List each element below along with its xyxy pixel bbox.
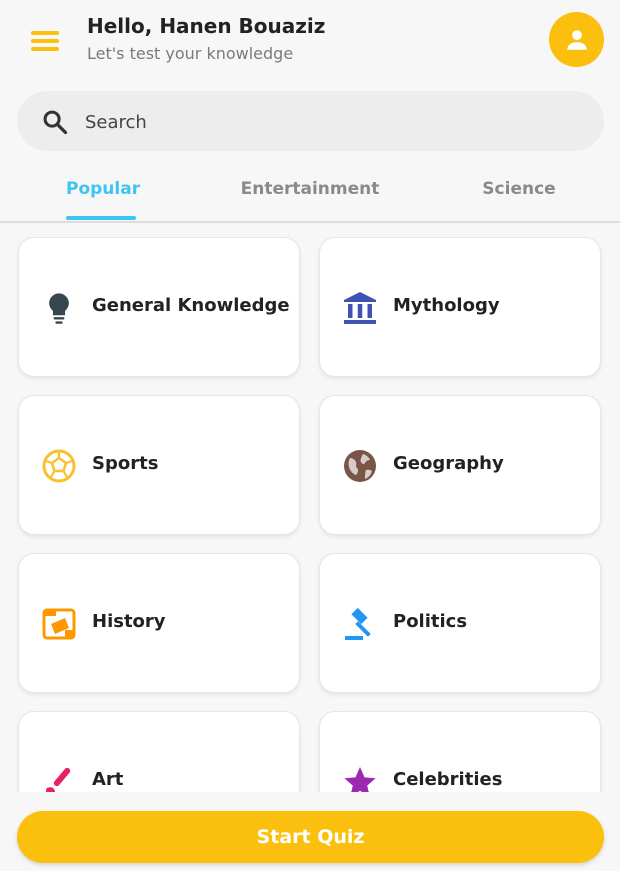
- tab-entertainment[interactable]: Entertainment: [236, 179, 384, 199]
- menu-icon: [31, 47, 59, 51]
- category-card-geography[interactable]: Geography: [319, 395, 601, 535]
- globe-icon: [342, 448, 378, 484]
- category-card-politics[interactable]: Politics: [319, 553, 601, 693]
- greeting-subtitle: Let's test your knowledge: [87, 44, 294, 63]
- category-label: Geography: [393, 453, 504, 474]
- bank-icon: [342, 290, 378, 326]
- profile-button[interactable]: [549, 12, 604, 67]
- greeting-title: Hello, Hanen Bouaziz: [87, 14, 326, 38]
- menu-icon: [31, 31, 59, 35]
- category-tabs: Popular Entertainment Science: [0, 165, 620, 223]
- search-bar[interactable]: [17, 91, 604, 151]
- category-label: History: [92, 611, 166, 632]
- active-tab-indicator: [66, 216, 136, 220]
- category-card-general-knowledge[interactable]: General Knowledge: [18, 237, 300, 377]
- category-label: Art: [92, 769, 124, 790]
- category-label: General Knowledge: [92, 295, 290, 316]
- app-header: Hello, Hanen Bouaziz Let's test your kno…: [0, 0, 620, 80]
- start-quiz-button[interactable]: Start Quiz: [17, 811, 604, 863]
- lightbulb-icon: [41, 290, 77, 326]
- category-label: Mythology: [393, 295, 500, 316]
- menu-button[interactable]: [26, 22, 66, 58]
- category-label: Sports: [92, 453, 159, 474]
- gavel-icon: [342, 606, 378, 642]
- category-card-history[interactable]: History: [18, 553, 300, 693]
- category-card-sports[interactable]: Sports: [18, 395, 300, 535]
- category-label: Politics: [393, 611, 468, 632]
- history-icon: [41, 606, 77, 642]
- category-card-mythology[interactable]: Mythology: [319, 237, 601, 377]
- category-label: Celebrities: [393, 769, 503, 790]
- search-input[interactable]: [83, 105, 587, 139]
- soccer-ball-icon: [41, 448, 77, 484]
- tab-popular[interactable]: Popular: [66, 179, 140, 199]
- search-icon: [43, 110, 68, 135]
- person-icon: [566, 29, 587, 50]
- tab-science[interactable]: Science: [478, 179, 560, 199]
- menu-icon: [31, 39, 59, 43]
